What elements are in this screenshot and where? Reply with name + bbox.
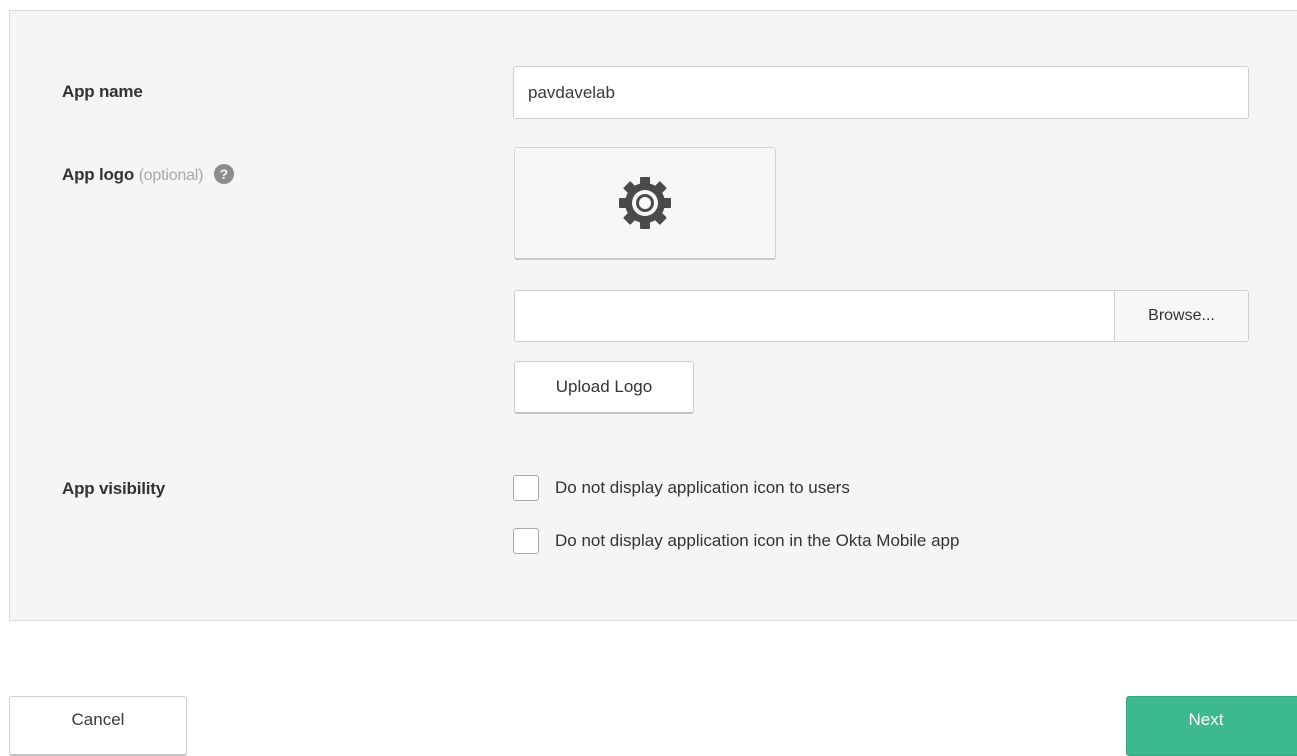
browse-button[interactable]: Browse... (1114, 291, 1248, 341)
hide-icon-users-checkbox[interactable] (513, 475, 539, 501)
app-logo-preview (514, 147, 776, 260)
hide-icon-mobile-checkbox[interactable] (513, 528, 539, 554)
logo-file-input[interactable]: Browse... (514, 290, 1249, 342)
app-name-label: App name (62, 82, 143, 101)
help-icon[interactable]: ? (213, 163, 234, 184)
upload-logo-button[interactable]: Upload Logo (514, 361, 694, 414)
gear-icon (619, 177, 671, 229)
hide-icon-mobile-label: Do not display application icon in the O… (555, 531, 960, 550)
app-visibility-label: App visibility (62, 479, 165, 498)
cancel-button[interactable]: Cancel (9, 696, 187, 756)
app-name-input[interactable] (513, 66, 1249, 119)
optional-note: (optional) (138, 167, 204, 184)
hide-icon-users-label: Do not display application icon to users (555, 478, 850, 497)
next-button[interactable]: Next (1126, 696, 1297, 756)
visibility-option-users: Do not display application icon to users (513, 475, 850, 501)
visibility-option-mobile: Do not display application icon in the O… (513, 528, 959, 554)
app-logo-label: App logo (optional) ? (62, 163, 234, 186)
